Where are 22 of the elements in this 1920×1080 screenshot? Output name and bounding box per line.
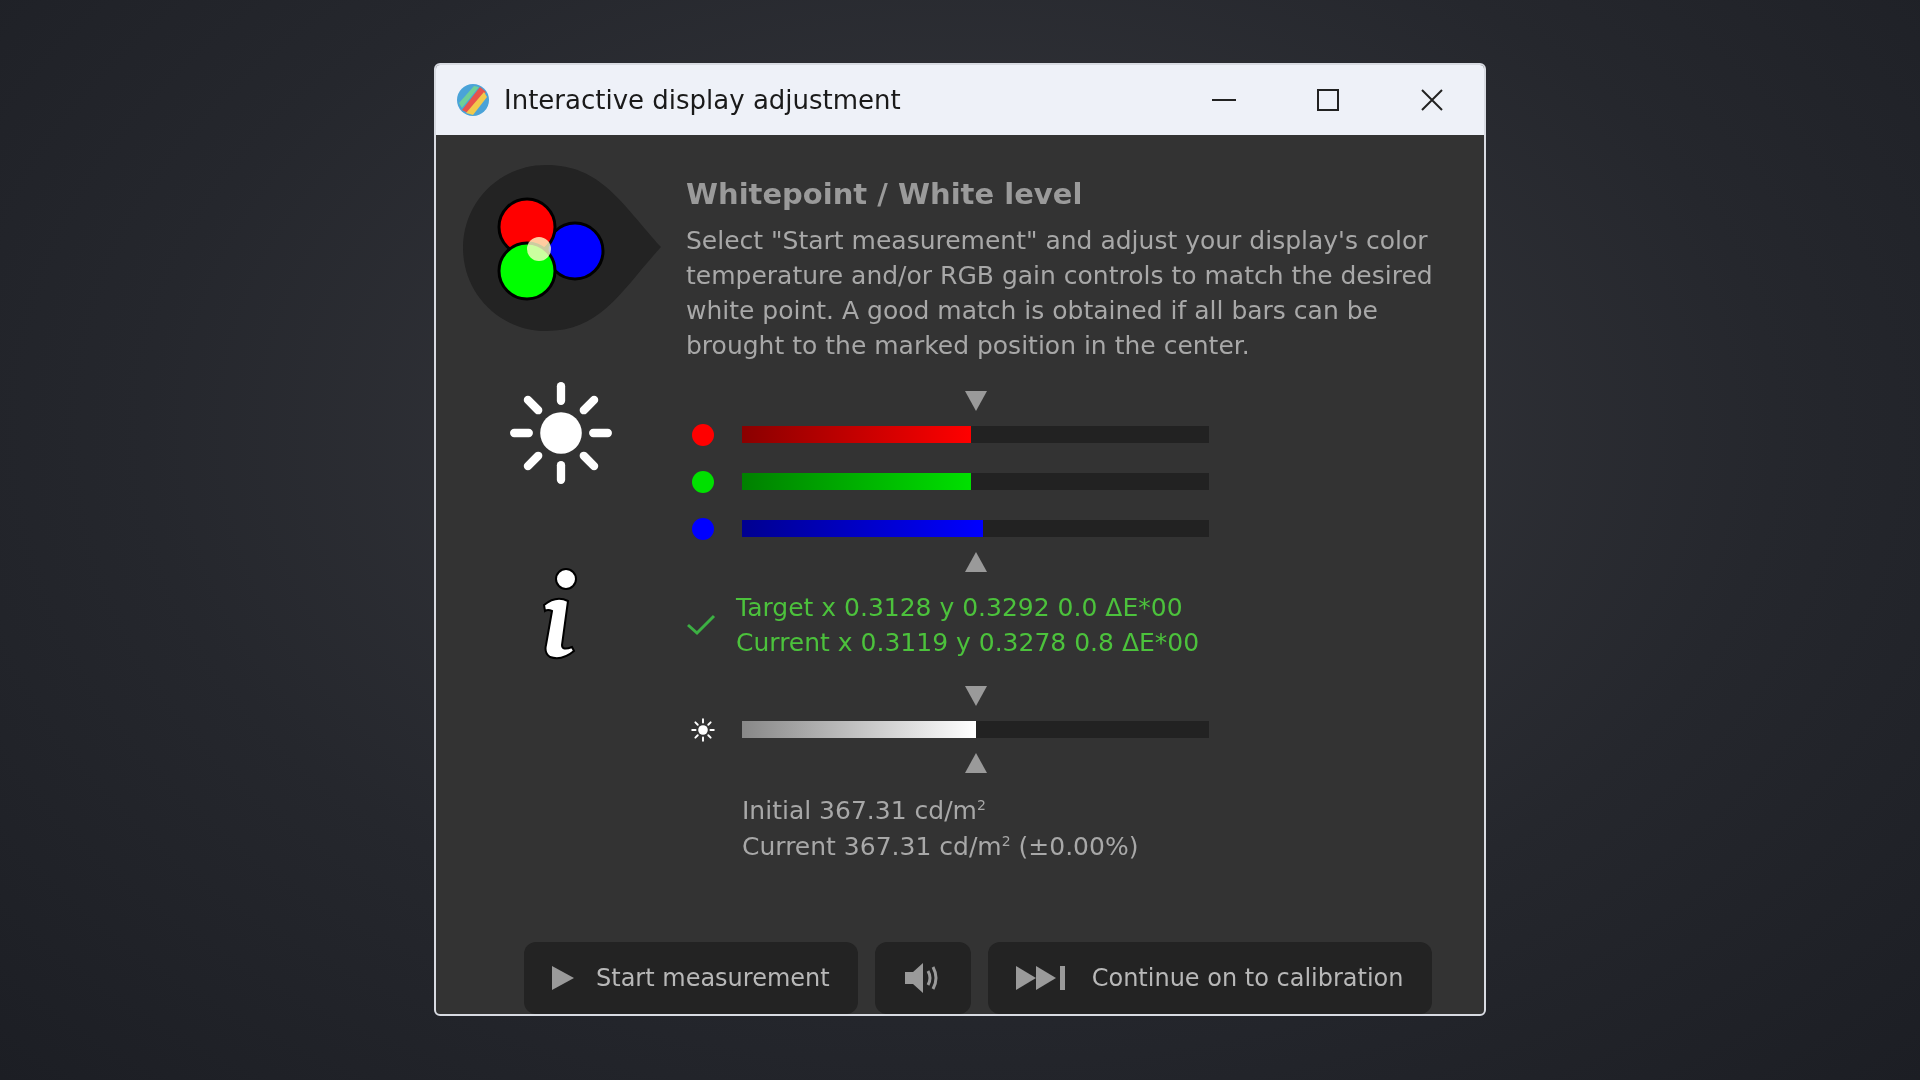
window-title: Interactive display adjustment xyxy=(504,85,902,115)
app-logo-icon xyxy=(456,83,490,117)
brightness-icon xyxy=(509,381,613,485)
center-marker-icon xyxy=(964,686,987,706)
section-heading: Whitepoint / White level xyxy=(686,177,1084,211)
close-icon xyxy=(1420,88,1444,112)
start-measurement-button[interactable]: Start measurement xyxy=(524,942,858,1014)
luminance-reading: Current 367.31 cd/m$^{2}$ (±0.00%) xyxy=(742,831,1140,863)
minimize-icon xyxy=(1212,99,1236,101)
chromaticity-reading: Current x 0.3119 y 0.3278 0.8 ΔE*00 xyxy=(736,627,1200,659)
rgb-circles-icon xyxy=(461,163,661,333)
sound-button[interactable] xyxy=(874,942,971,1014)
center-marker-icon xyxy=(964,552,987,572)
center-marker-icon xyxy=(964,753,987,773)
play-icon xyxy=(552,966,574,990)
continue-button[interactable]: Continue on to calibration xyxy=(987,942,1432,1014)
center-marker-icon xyxy=(964,391,987,411)
luminance-icon xyxy=(691,717,715,742)
luminance-reading: Initial 367.31 cd/m$^{2}$ xyxy=(742,795,987,827)
maximize-icon xyxy=(1317,89,1339,111)
instructions-text: Select "Start measurement" and adjust your display's color temperature and/or RGB gain controls to match the desired white point. A good match is obtained if all bars can be brought to the marked position in the center. xyxy=(686,225,1434,362)
chromaticity-reading: Target x 0.3128 y 0.3292 0.0 ΔE*00 xyxy=(736,592,1184,624)
